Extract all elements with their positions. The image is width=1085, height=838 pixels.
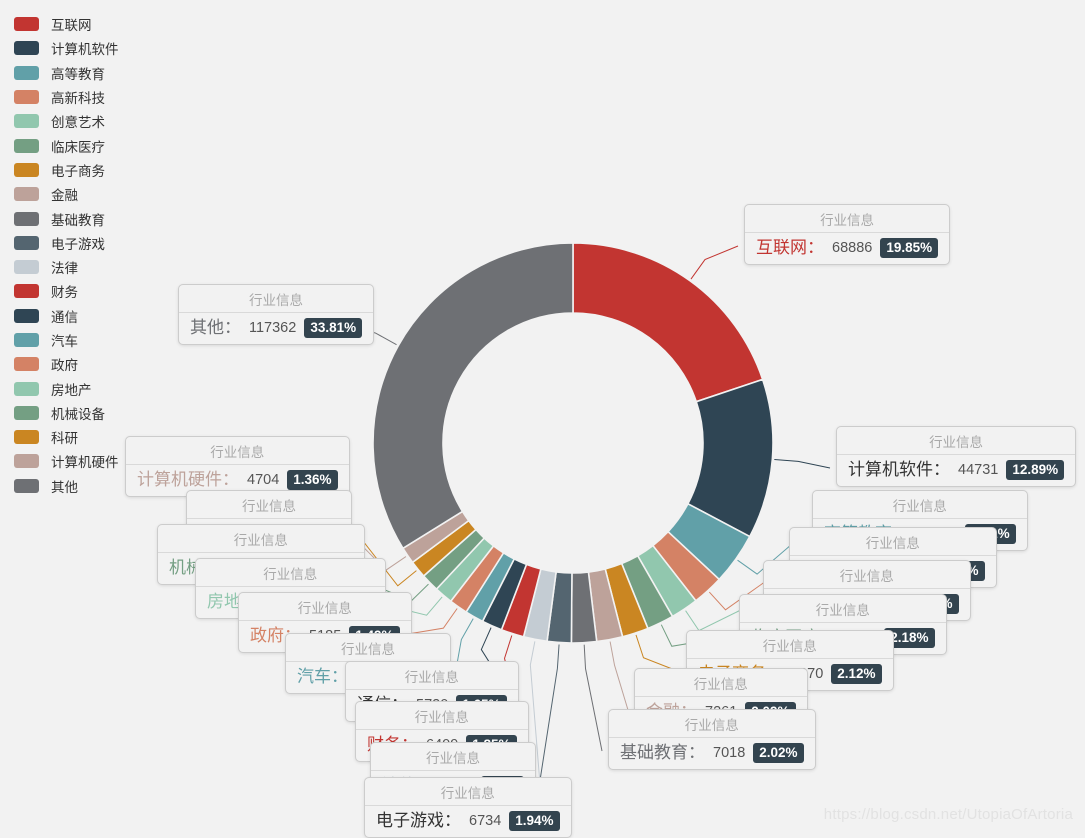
tooltip-percent-badge: 2.02% <box>753 743 804 763</box>
tooltip-value: 6734 <box>469 812 502 829</box>
tooltip-value: 117362 <box>249 319 297 336</box>
slice-tooltip: 行业信息计算机软件： 44731 12.89% <box>836 426 1077 487</box>
tooltip-header: 行业信息 <box>126 437 349 465</box>
tooltip-percent-badge: 12.89% <box>1006 460 1065 480</box>
tooltip-header: 行业信息 <box>740 595 946 623</box>
tooltip-header: 行业信息 <box>196 559 385 587</box>
tooltip-value: 7018 <box>713 744 746 761</box>
tooltip-body: 计算机软件： 44731 12.89% <box>837 455 1075 486</box>
leader-line <box>609 641 629 711</box>
tooltip-percent-badge: 19.85% <box>880 238 939 258</box>
donut-chart-area <box>0 0 1085 833</box>
tooltip-header: 行业信息 <box>635 669 807 697</box>
tooltip-series-name: 基础教育： <box>620 743 705 763</box>
tooltip-header: 行业信息 <box>179 285 374 313</box>
tooltip-header: 行业信息 <box>365 778 571 806</box>
tooltip-header: 行业信息 <box>346 662 518 690</box>
tooltip-header: 行业信息 <box>687 631 893 659</box>
tooltip-header: 行业信息 <box>187 491 352 519</box>
tooltip-header: 行业信息 <box>371 743 536 771</box>
donut-chart-svg <box>294 242 831 820</box>
tooltip-value: 68886 <box>832 239 873 256</box>
tooltip-header: 行业信息 <box>158 525 364 553</box>
tooltip-body: 其他： 117362 33.81% <box>179 313 373 344</box>
leader-line <box>690 245 739 280</box>
tooltip-body: 电子游戏： 6734 1.94% <box>365 806 571 837</box>
donut-slice[interactable] <box>372 242 574 550</box>
tooltip-body: 互联网： 68886 19.85% <box>745 233 949 264</box>
tooltip-header: 行业信息 <box>745 205 950 233</box>
tooltip-body: 基础教育： 7018 2.02% <box>609 738 815 769</box>
slice-tooltip: 行业信息其他： 117362 33.81% <box>178 284 375 345</box>
tooltip-value: 44731 <box>958 461 999 478</box>
slice-tooltip: 行业信息基础教育： 7018 2.02% <box>608 709 816 770</box>
tooltip-value: 4704 <box>247 471 280 488</box>
tooltip-series-name: 计算机软件： <box>848 460 950 480</box>
leader-line <box>583 644 603 752</box>
tooltip-series-name: 汽车： <box>297 667 348 687</box>
tooltip-series-name: 电子游戏： <box>376 811 461 831</box>
donut-slice[interactable] <box>572 242 764 403</box>
tooltip-percent-badge: 1.94% <box>509 811 560 831</box>
slice-tooltip: 行业信息互联网： 68886 19.85% <box>744 204 951 265</box>
tooltip-header: 行业信息 <box>764 561 970 589</box>
tooltip-header: 行业信息 <box>790 528 996 556</box>
slice-tooltip: 行业信息电子游戏： 6734 1.94% <box>364 777 572 838</box>
tooltip-series-name: 其他： <box>190 318 241 338</box>
leader-line <box>635 634 681 673</box>
tooltip-percent-badge: 1.36% <box>287 470 338 490</box>
tooltip-series-name: 互联网： <box>756 238 824 258</box>
tooltip-series-name: 计算机硬件： <box>137 470 239 490</box>
watermark-text: https://blog.csdn.net/UtopiaOfArtoria <box>823 806 1073 823</box>
tooltip-header: 行业信息 <box>837 427 1076 455</box>
slice-tooltip: 行业信息计算机硬件： 4704 1.36% <box>125 436 350 497</box>
tooltip-percent-badge: 33.81% <box>304 318 363 338</box>
tooltip-header: 行业信息 <box>356 702 528 730</box>
tooltip-header: 行业信息 <box>239 593 411 621</box>
tooltip-percent-badge: 2.12% <box>831 664 882 684</box>
leader-line <box>774 458 831 469</box>
tooltip-header: 行业信息 <box>609 710 815 738</box>
tooltip-header: 行业信息 <box>286 634 451 662</box>
tooltip-header: 行业信息 <box>813 491 1027 519</box>
